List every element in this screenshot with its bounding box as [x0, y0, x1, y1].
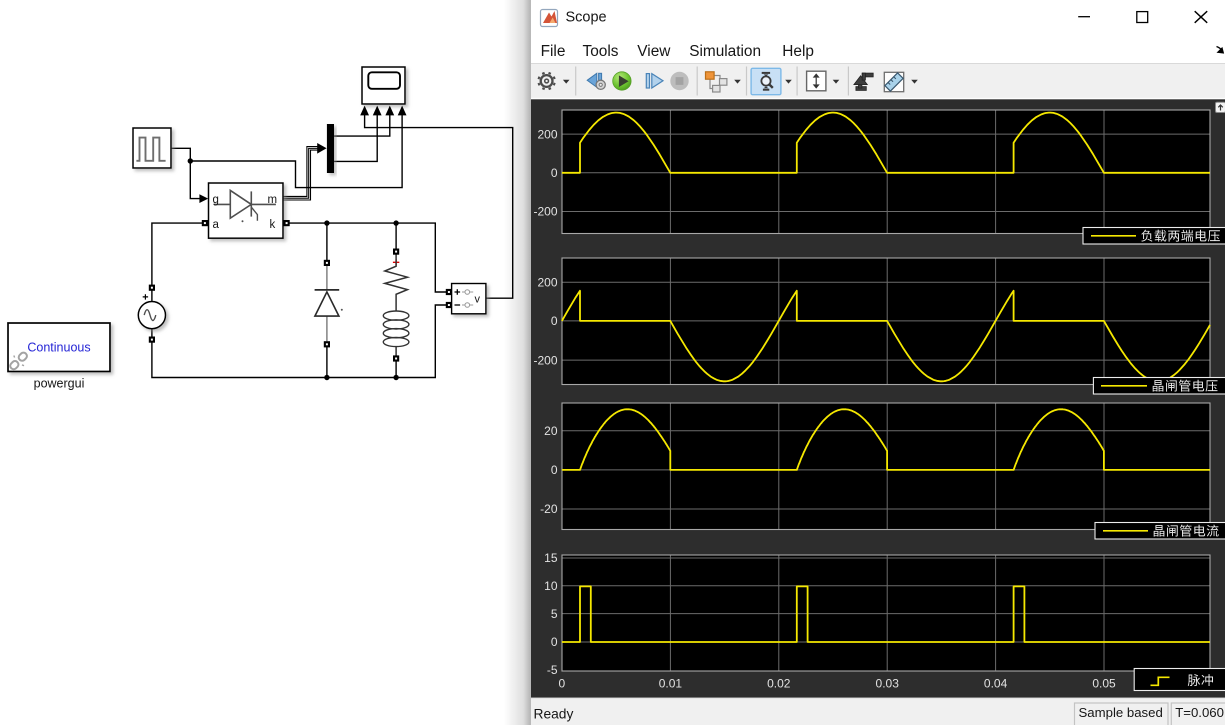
svg-text:-20: -20 [540, 502, 558, 516]
svg-text:File: File [541, 43, 566, 60]
svg-text:T=0.060: T=0.060 [1175, 705, 1224, 720]
svg-text:0.01: 0.01 [659, 677, 683, 691]
svg-text:0.05: 0.05 [1092, 677, 1116, 691]
svg-text:0: 0 [551, 314, 558, 328]
svg-text:0: 0 [559, 677, 566, 691]
svg-text:View: View [637, 43, 671, 60]
svg-text:15: 15 [544, 551, 558, 565]
svg-text:a: a [213, 219, 220, 231]
svg-text:0: 0 [551, 463, 558, 477]
svg-text:v: v [475, 294, 481, 306]
svg-text:Scope: Scope [566, 10, 607, 26]
svg-text:k: k [270, 219, 276, 231]
svg-text:g: g [213, 194, 219, 206]
svg-text:10: 10 [544, 579, 558, 593]
svg-text:0.03: 0.03 [876, 677, 900, 691]
svg-text:-200: -200 [533, 353, 557, 367]
svg-text:Simulation: Simulation [689, 43, 761, 60]
svg-text:Tools: Tools [583, 43, 619, 60]
svg-text:0: 0 [551, 166, 558, 180]
svg-text:-5: -5 [547, 663, 558, 677]
svg-text:powergui: powergui [34, 377, 85, 391]
svg-text:m: m [268, 194, 278, 206]
svg-text:Sample based: Sample based [1079, 705, 1163, 720]
svg-text:0.04: 0.04 [984, 677, 1008, 691]
svg-text:20: 20 [544, 424, 558, 438]
svg-text:0.02: 0.02 [767, 677, 791, 691]
svg-text:Ready: Ready [534, 707, 574, 722]
svg-text:0: 0 [551, 635, 558, 649]
svg-text:200: 200 [537, 276, 557, 290]
svg-text:Continuous: Continuous [27, 341, 90, 355]
svg-text:Help: Help [782, 43, 814, 60]
svg-text:5: 5 [551, 607, 558, 621]
svg-text:200: 200 [537, 127, 557, 141]
svg-text:-200: -200 [533, 205, 557, 219]
